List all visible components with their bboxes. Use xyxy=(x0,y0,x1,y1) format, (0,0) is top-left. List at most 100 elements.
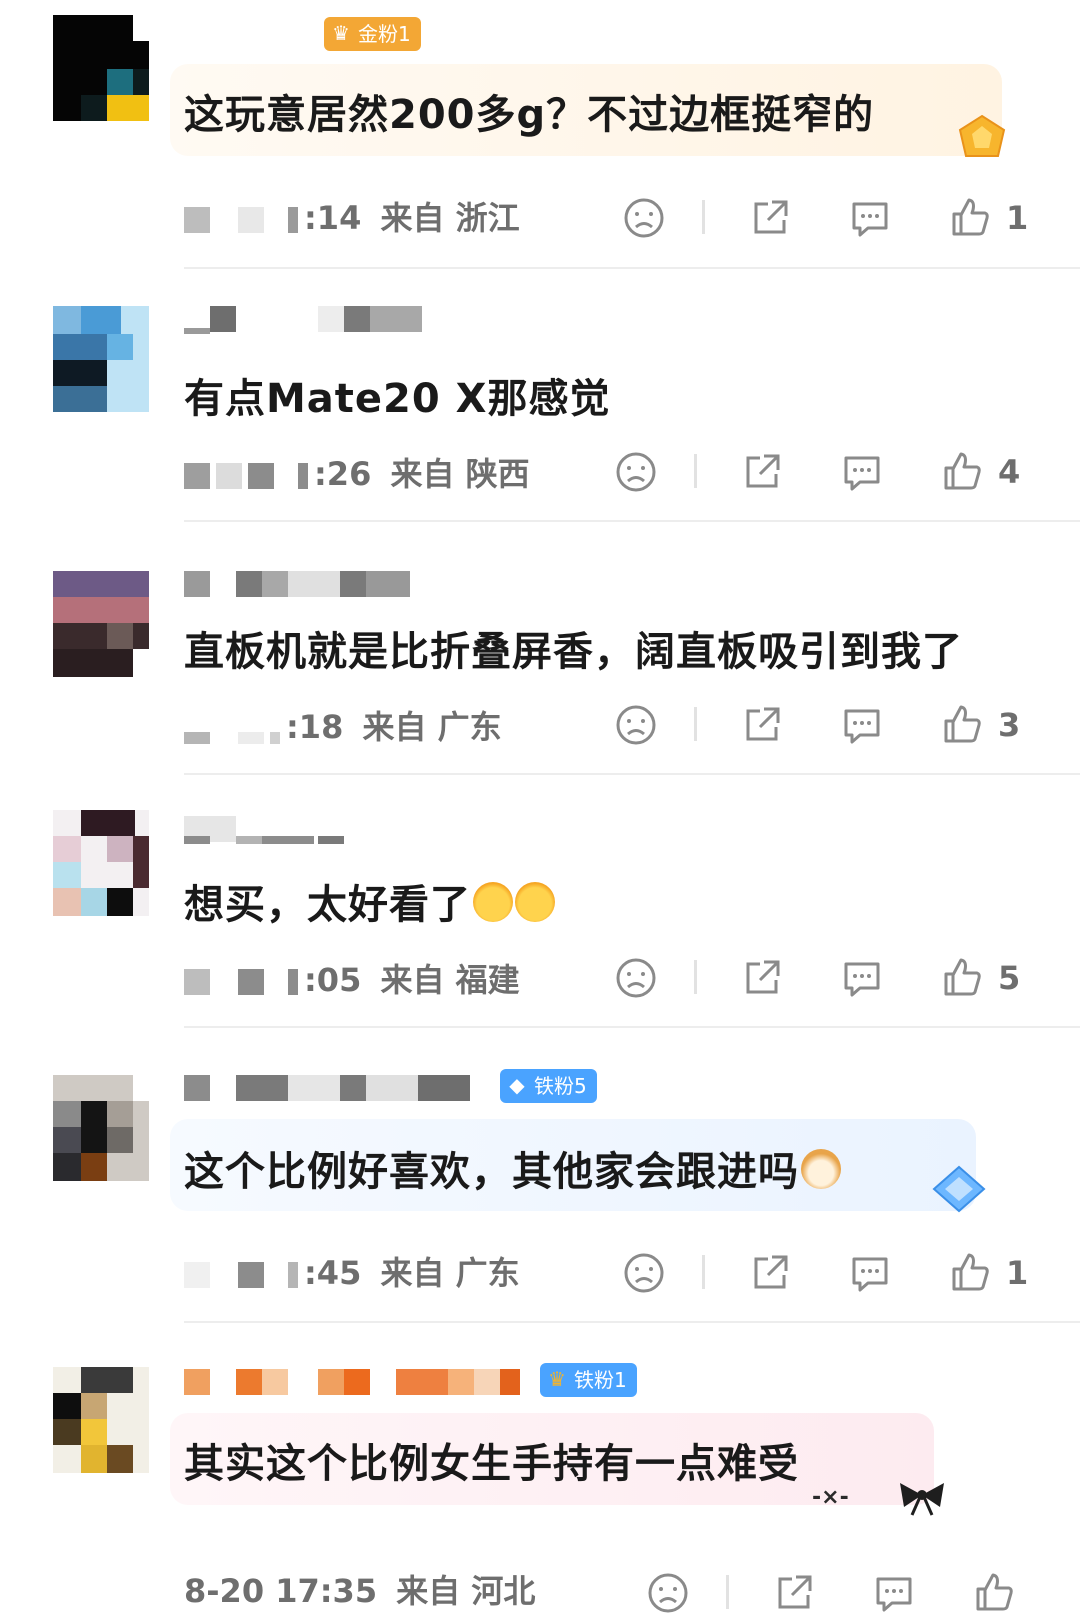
divider xyxy=(184,1321,1080,1323)
comment-item: ♛ 金粉1 这玩意居然200多g？不过边框挺窄的 :14 来自 浙江 1 xyxy=(0,0,1080,270)
comment-text: 其实这个比例女生手持有一点难受 xyxy=(184,1441,799,1487)
diamond-icon: ◆ xyxy=(509,1073,525,1097)
fan-badge[interactable]: ◆ 铁粉5 xyxy=(500,1069,597,1103)
comment-meta: :45 来自 广东 xyxy=(184,1253,520,1293)
comment-icon[interactable] xyxy=(840,450,884,494)
blue-diamond-icon xyxy=(928,1163,990,1215)
share-icon[interactable] xyxy=(702,1251,792,1295)
sad-face-icon[interactable] xyxy=(614,703,658,747)
comment-item: 想买，太好看了 :05 来自 福建 5 xyxy=(0,776,1080,1029)
comment-location: 来自 浙江 xyxy=(380,199,520,237)
comment-time: :14 xyxy=(304,199,362,237)
redacted-block xyxy=(288,1262,298,1288)
avatar[interactable] xyxy=(53,1075,149,1181)
like-icon[interactable]: 3 xyxy=(940,703,1020,747)
comment-icon[interactable] xyxy=(848,1251,892,1295)
divider xyxy=(184,1026,1080,1028)
bow-ribbon-icon: -×- xyxy=(812,1475,952,1519)
comment-location: 来自 广东 xyxy=(380,1254,520,1292)
avatar[interactable] xyxy=(53,810,149,916)
redacted-block xyxy=(184,463,210,489)
sad-face-icon[interactable] xyxy=(622,196,666,240)
comment-item: 直板机就是比折叠屏香，阔直板吸引到我了 :18 来自 广东 3 xyxy=(0,523,1080,776)
like-icon[interactable]: 1 xyxy=(948,196,1028,240)
redacted-block xyxy=(238,207,264,233)
share-icon[interactable] xyxy=(694,956,784,1000)
comment-icon[interactable] xyxy=(840,703,884,747)
like-icon[interactable]: 5 xyxy=(940,956,1020,1000)
action-bar: 4 xyxy=(614,450,1034,494)
comment-time: :18 xyxy=(286,708,344,746)
comment-meta: :26 来自 陕西 xyxy=(184,454,530,494)
divider xyxy=(184,267,1080,269)
divider xyxy=(184,520,1080,522)
comment-time: 8-20 17:35 xyxy=(184,1572,378,1610)
comment-text: 直板机就是比折叠屏香，阔直板吸引到我了 xyxy=(184,629,963,675)
share-icon[interactable] xyxy=(694,703,784,747)
action-bar: 1 xyxy=(622,1251,1042,1295)
comment-meta: 8-20 17:35 来自 河北 xyxy=(184,1571,535,1611)
sad-face-icon[interactable] xyxy=(646,1571,690,1615)
separator xyxy=(702,1255,705,1289)
avatar[interactable] xyxy=(53,571,149,677)
comment-time: :45 xyxy=(304,1254,362,1292)
like-count: 3 xyxy=(998,706,1021,744)
share-icon[interactable] xyxy=(694,450,784,494)
action-bar: 3 xyxy=(614,703,1034,747)
redacted-block xyxy=(184,732,210,744)
redacted-block xyxy=(184,969,210,995)
like-icon[interactable]: 1 xyxy=(948,1251,1028,1295)
fan-badge[interactable]: ♛ 金粉1 xyxy=(324,17,421,51)
comment-text: 有点Mate20 X那感觉 xyxy=(184,376,611,422)
redacted-block xyxy=(298,463,308,489)
fan-badge[interactable]: ♛ 铁粉1 xyxy=(540,1363,637,1397)
redacted-block xyxy=(216,463,242,489)
separator xyxy=(694,960,697,994)
comment-icon[interactable] xyxy=(848,196,892,240)
sad-face-icon[interactable] xyxy=(614,450,658,494)
comment-location: 来自 陕西 xyxy=(390,455,530,493)
comment-icon[interactable] xyxy=(840,956,884,1000)
share-icon[interactable] xyxy=(726,1571,816,1615)
sad-face-icon[interactable] xyxy=(622,1251,666,1295)
username[interactable] xyxy=(184,1369,524,1397)
redacted-block xyxy=(184,1262,210,1288)
avatar[interactable] xyxy=(53,1367,149,1473)
like-count: 4 xyxy=(998,453,1021,491)
comment-text: 想买，太好看了 xyxy=(184,872,555,930)
avatar[interactable] xyxy=(53,306,149,412)
comment-icon[interactable] xyxy=(872,1571,916,1615)
username[interactable] xyxy=(184,306,424,334)
comment-location: 来自 广东 xyxy=(362,708,502,746)
share-icon[interactable] xyxy=(702,196,792,240)
username[interactable] xyxy=(184,816,384,844)
comment-item: ◆ 铁粉5 这个比例好喜欢，其他家会跟进吗 :45 来自 广东 1 xyxy=(0,1029,1080,1325)
comment-item: ♛ 铁粉1 -×- 其实这个比例女生手持有一点难受 8-20 17:35 来自 … xyxy=(0,1325,1080,1613)
action-bar: 5 xyxy=(614,956,1034,1000)
gold-medal-icon xyxy=(952,112,1012,162)
crown-icon: ♛ xyxy=(332,21,350,45)
action-bar: 1 xyxy=(622,196,1042,240)
avatar[interactable] xyxy=(53,15,149,121)
separator xyxy=(694,454,697,488)
comment-location: 来自 福建 xyxy=(380,961,520,999)
separator xyxy=(702,200,705,234)
like-count: 1 xyxy=(1006,1254,1029,1292)
comment-location: 来自 河北 xyxy=(396,1572,536,1610)
comment-time: :26 xyxy=(314,455,372,493)
comment-time: :05 xyxy=(304,961,362,999)
comment-meta: :05 来自 福建 xyxy=(184,960,520,1000)
like-icon[interactable] xyxy=(972,1571,1016,1615)
username[interactable] xyxy=(184,571,414,599)
separator xyxy=(694,707,697,741)
like-count: 1 xyxy=(1006,199,1029,237)
username[interactable] xyxy=(184,1075,484,1103)
sad-face-icon[interactable] xyxy=(614,956,658,1000)
comment-meta: :14 来自 浙江 xyxy=(184,198,520,238)
like-count: 5 xyxy=(998,959,1021,997)
divider xyxy=(184,773,1080,775)
like-icon[interactable]: 4 xyxy=(940,450,1020,494)
flower-face-emoji xyxy=(473,882,513,922)
redacted-block xyxy=(184,207,210,233)
comment-meta: :18 来自 广东 xyxy=(184,707,502,747)
